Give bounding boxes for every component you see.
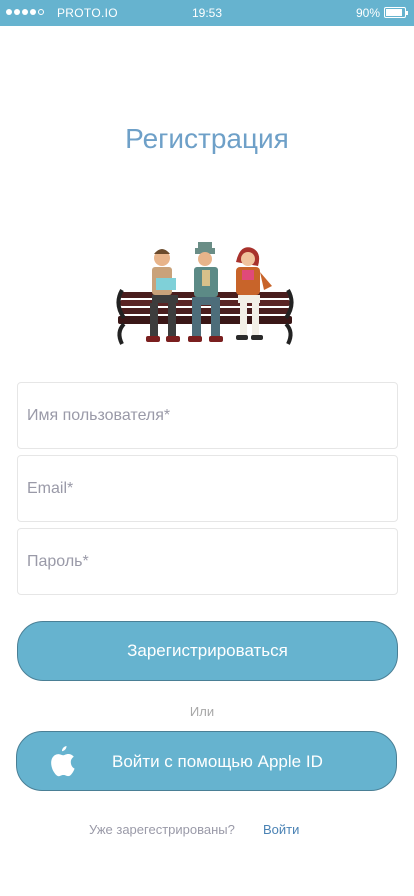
status-bar: PROTO.IO 19:53 90% <box>0 0 414 26</box>
page-title: Регистрация <box>125 123 289 154</box>
password-input[interactable] <box>18 529 397 594</box>
username-field[interactable] <box>17 382 398 449</box>
email-field[interactable] <box>17 455 398 522</box>
battery-percent: 90% <box>355 6 380 20</box>
username-input[interactable] <box>18 383 397 448</box>
email-input[interactable] <box>18 456 397 521</box>
or-divider-label: Или <box>189 704 215 719</box>
login-link[interactable]: Войти <box>263 822 299 837</box>
status-time: 19:53 <box>191 6 223 20</box>
register-button[interactable]: Зарегистрироваться <box>17 621 398 681</box>
people-on-bench-illustration <box>116 242 294 345</box>
already-registered-text: Уже зарегестрированы? <box>89 822 235 837</box>
password-field[interactable] <box>17 528 398 595</box>
battery-icon <box>384 7 408 18</box>
apple-signin-label: Войти с помощью Apple ID <box>112 752 323 771</box>
apple-signin-button[interactable]: Войти с помощью Apple ID <box>16 731 397 791</box>
apple-icon <box>51 746 75 777</box>
